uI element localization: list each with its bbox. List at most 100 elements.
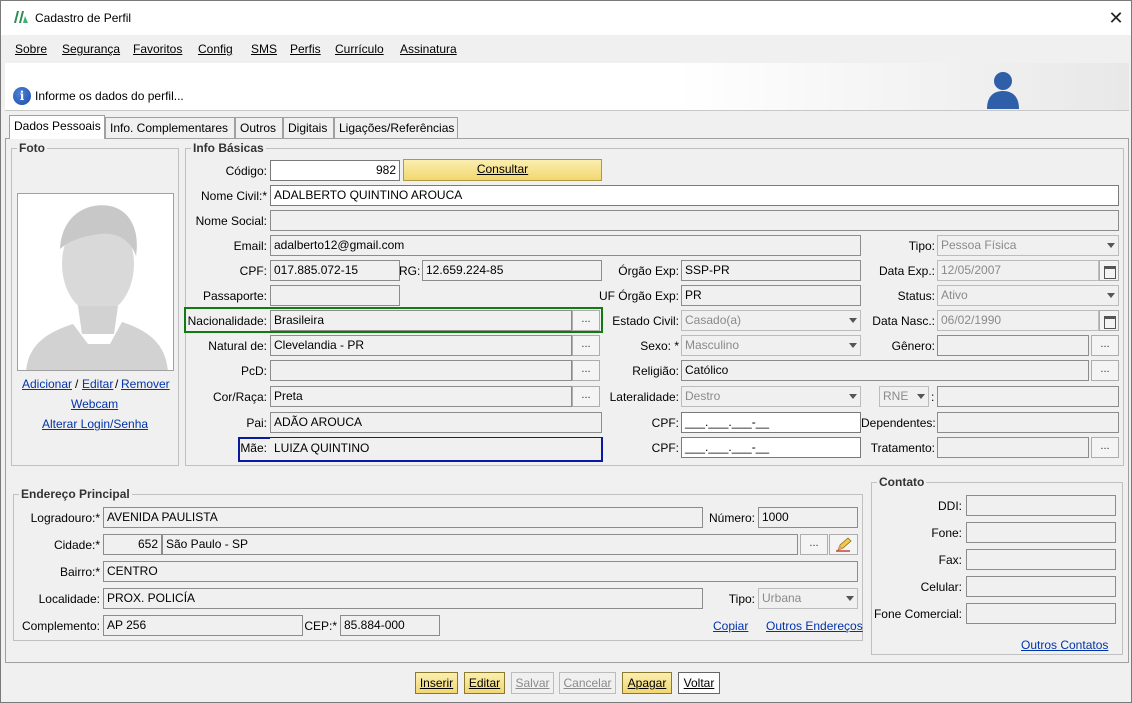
uf-orgao-field[interactable]: PR xyxy=(681,285,861,306)
genero-field[interactable] xyxy=(937,335,1089,356)
numero-field[interactable]: 1000 xyxy=(758,507,858,528)
menu-sms[interactable]: SMS xyxy=(251,42,277,56)
consultar-button[interactable]: Consultar xyxy=(403,159,602,181)
rne-select[interactable]: RNE xyxy=(879,386,929,407)
cpf-pai-field[interactable]: ___.___.___-__ xyxy=(681,412,861,433)
cpf-mae-label: CPF: xyxy=(651,441,679,455)
tab-ligacoes-referencias[interactable]: Ligações/Referências xyxy=(334,117,458,138)
natural-field[interactable]: Clevelandia - PR xyxy=(270,335,572,356)
rne-field[interactable] xyxy=(937,386,1119,407)
lateralidade-select[interactable]: Destro xyxy=(681,386,861,407)
cpf-pai-label: CPF: xyxy=(651,416,679,430)
data-exp-field[interactable]: 12/05/2007 xyxy=(937,260,1099,281)
tab-info-complementares[interactable]: Info. Complementares xyxy=(105,117,235,138)
cancelar-button[interactable]: Cancelar xyxy=(559,672,616,694)
menu-favoritos[interactable]: Favoritos xyxy=(133,42,182,56)
religiao-lookup-button[interactable]: ... xyxy=(1091,360,1119,381)
cor-raca-field[interactable]: Preta xyxy=(270,386,572,407)
cidade-code-field[interactable]: 652 xyxy=(103,534,162,555)
passaporte-field[interactable] xyxy=(270,285,400,306)
codigo-label: Código: xyxy=(225,164,267,178)
edit-photo-link[interactable]: Editar xyxy=(82,377,113,391)
editar-button[interactable]: Editar xyxy=(464,672,505,694)
status-select[interactable]: Ativo xyxy=(937,285,1119,306)
calendar-icon[interactable] xyxy=(1099,260,1119,281)
menu-curriculo[interactable]: Currículo xyxy=(335,42,384,56)
genero-lookup-button[interactable]: ... xyxy=(1091,335,1119,356)
cpf-field[interactable]: 017.885.072-15 xyxy=(270,260,400,281)
close-icon[interactable]: ✕ xyxy=(1105,7,1127,29)
rne-separator: : xyxy=(931,390,935,404)
salvar-button[interactable]: Salvar xyxy=(511,672,554,694)
localidade-label: Localidade: xyxy=(38,592,100,606)
estado-civil-select[interactable]: Casado(a) xyxy=(681,310,861,331)
tab-digitais[interactable]: Digitais xyxy=(283,117,334,138)
webcam-link[interactable]: Webcam xyxy=(71,397,118,411)
lateralidade-label: Lateralidade: xyxy=(609,390,679,404)
menu-perfis[interactable]: Perfis xyxy=(290,42,321,56)
ddi-field[interactable] xyxy=(966,495,1116,516)
menu-config[interactable]: Config xyxy=(198,42,233,56)
sexo-select[interactable]: Masculino xyxy=(681,335,861,356)
fone-field[interactable] xyxy=(966,522,1116,543)
endereco-tipo-label: Tipo: xyxy=(728,592,755,606)
email-field[interactable]: adalberto12@gmail.com xyxy=(270,235,861,256)
menu-seguranca[interactable]: Segurança xyxy=(62,42,120,56)
fax-field[interactable] xyxy=(966,549,1116,570)
cidade-lookup-button[interactable]: ... xyxy=(800,534,828,555)
nome-social-field[interactable] xyxy=(270,210,1119,231)
bairro-field[interactable]: CENTRO xyxy=(103,561,858,582)
pai-field[interactable]: ADÃO AROUCA xyxy=(270,412,602,433)
natural-lookup-button[interactable]: ... xyxy=(572,335,600,356)
nacionalidade-field[interactable]: Brasileira xyxy=(270,310,572,331)
codigo-field[interactable]: 982 xyxy=(270,160,400,181)
tipo-select[interactable]: Pessoa Física xyxy=(937,235,1119,256)
cep-field[interactable]: 85.884-000 xyxy=(340,615,440,636)
estado-civil-value: Casado(a) xyxy=(685,313,742,327)
pcd-lookup-button[interactable]: ... xyxy=(572,360,600,381)
apagar-button[interactable]: Apagar xyxy=(622,672,672,694)
menu-assinatura[interactable]: Assinatura xyxy=(400,42,457,56)
rg-field[interactable]: 12.659.224-85 xyxy=(422,260,602,281)
mae-field[interactable]: LUIZA QUINTINO xyxy=(270,438,601,459)
edit-city-button[interactable] xyxy=(829,534,858,555)
info-message: Informe os dados do perfil... xyxy=(35,89,184,103)
localidade-field[interactable]: PROX. POLICÍA xyxy=(103,588,703,609)
dependentes-field[interactable] xyxy=(937,412,1119,433)
calendar-icon[interactable] xyxy=(1099,310,1119,331)
nome-civil-field[interactable]: ADALBERTO QUINTINO AROUCA xyxy=(270,185,1119,206)
logradouro-field[interactable]: AVENIDA PAULISTA xyxy=(103,507,703,528)
tratamento-field[interactable] xyxy=(937,437,1089,458)
fone-label: Fone: xyxy=(931,526,962,540)
cor-raca-label: Cor/Raça: xyxy=(212,390,267,404)
outros-enderecos-link[interactable]: Outros Endereços xyxy=(766,619,863,633)
celular-field[interactable] xyxy=(966,576,1116,597)
info-basicas-title: Info Básicas xyxy=(191,141,266,155)
cpf-mae-field[interactable]: ___.___.___-__ xyxy=(681,437,861,458)
add-photo-link[interactable]: Adicionar xyxy=(22,377,72,391)
data-nasc-field[interactable]: 06/02/1990 xyxy=(937,310,1099,331)
outros-contatos-link[interactable]: Outros Contatos xyxy=(1021,638,1108,652)
alter-login-link[interactable]: Alterar Login/Senha xyxy=(42,417,148,431)
tab-dados-pessoais[interactable]: Dados Pessoais xyxy=(9,115,105,139)
inserir-button[interactable]: Inserir xyxy=(415,672,458,694)
remove-photo-link[interactable]: Remover xyxy=(121,377,170,391)
cidade-field[interactable]: São Paulo - SP xyxy=(162,534,798,555)
chevron-down-icon xyxy=(849,318,857,323)
religiao-field[interactable]: Católico xyxy=(681,360,1089,381)
nome-civil-label: Nome Civil:* xyxy=(200,189,267,203)
voltar-button[interactable]: Voltar xyxy=(678,672,720,694)
copiar-link[interactable]: Copiar xyxy=(713,619,748,633)
endereco-tipo-select[interactable]: Urbana xyxy=(758,588,858,609)
nacionalidade-lookup-button[interactable]: ... xyxy=(572,310,600,331)
complemento-field[interactable]: AP 256 xyxy=(103,615,303,636)
status-value: Ativo xyxy=(941,288,968,302)
pcd-field[interactable] xyxy=(270,360,572,381)
tratamento-lookup-button[interactable]: ... xyxy=(1091,437,1119,458)
tab-outros[interactable]: Outros xyxy=(235,117,283,138)
fone-comercial-field[interactable] xyxy=(966,603,1116,624)
menu-sobre[interactable]: Sobre xyxy=(15,42,47,56)
cor-raca-lookup-button[interactable]: ... xyxy=(572,386,600,407)
orgao-exp-field[interactable]: SSP-PR xyxy=(681,260,861,281)
ddi-label: DDI: xyxy=(938,499,962,513)
